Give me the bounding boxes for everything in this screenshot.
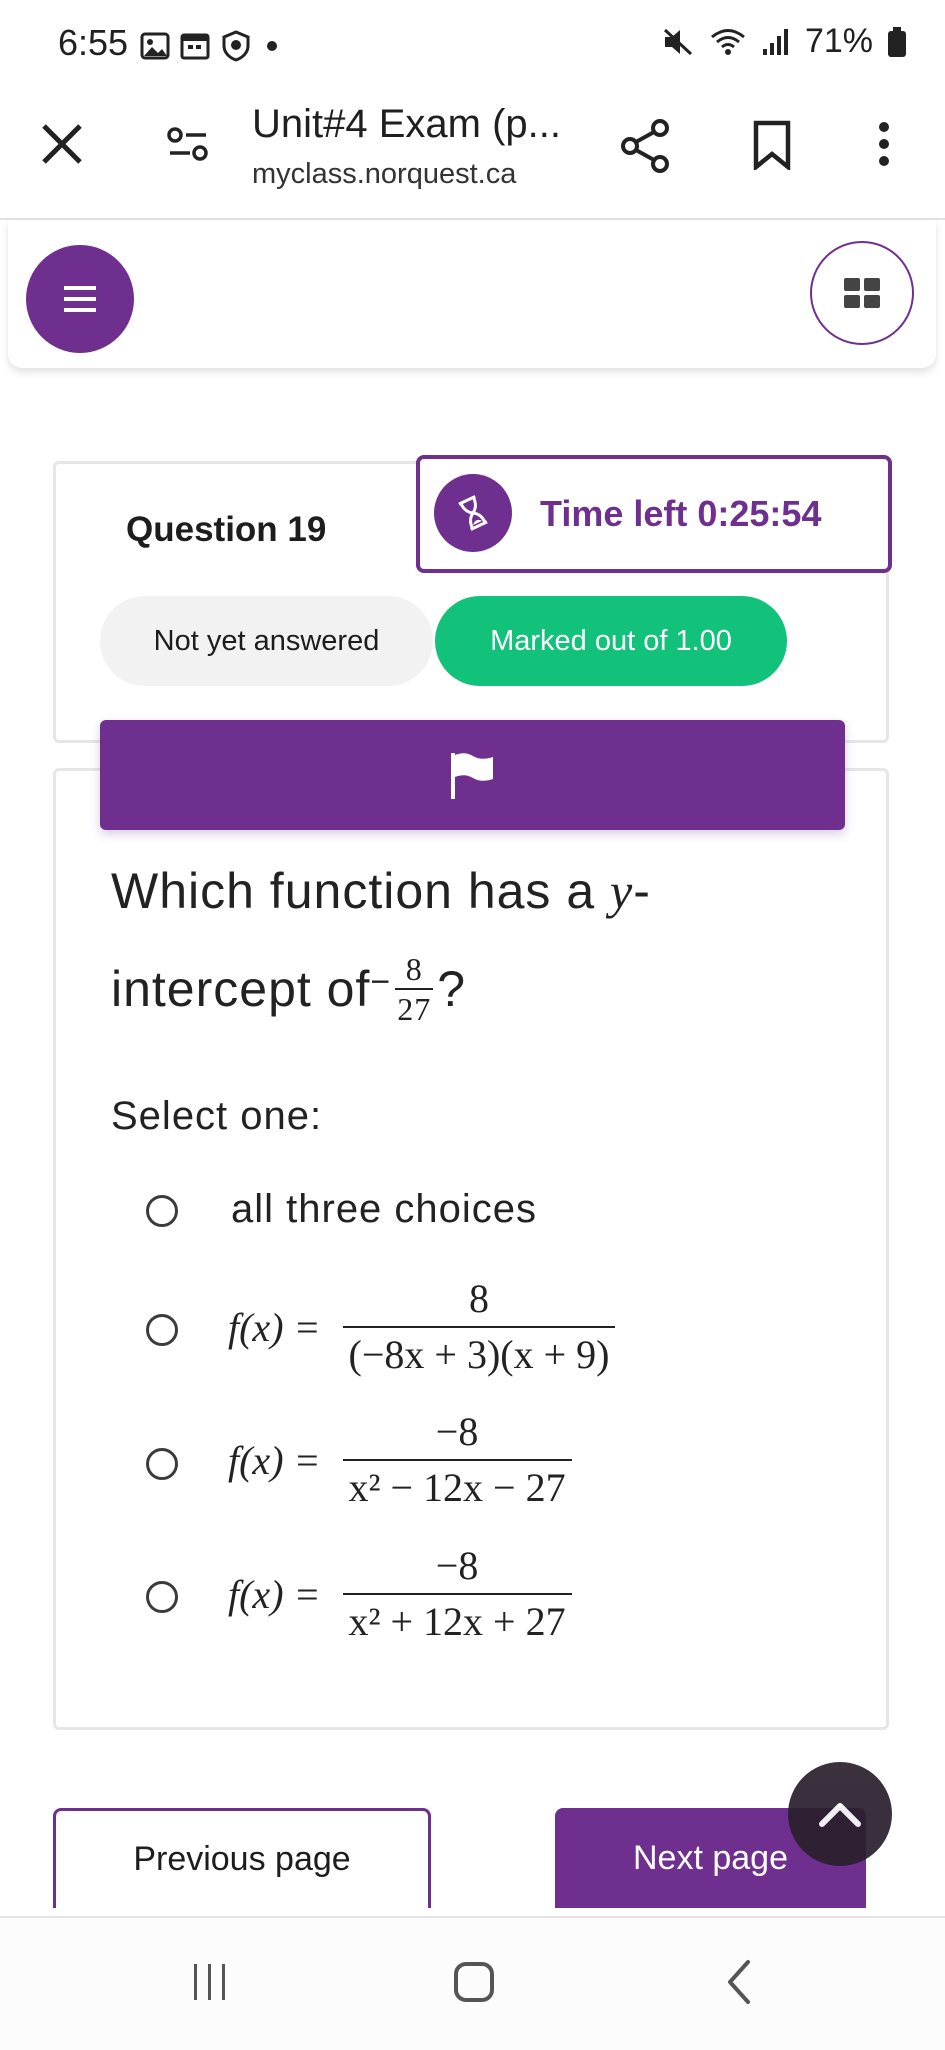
hamburger-icon [64, 286, 96, 312]
question-variable: y [610, 863, 634, 919]
option-4-radio[interactable] [146, 1581, 178, 1613]
option-2-numerator: 8 [468, 1276, 489, 1321]
marks-badge: Marked out of 1.00 [435, 596, 787, 686]
question-number: Question 19 [126, 510, 327, 549]
select-one-label: Select one: [111, 1094, 323, 1138]
site-settings-icon [167, 127, 208, 161]
dot-icon [267, 41, 277, 51]
time-left: Time left 0:25:54 [540, 493, 822, 534]
option-3-lhs: f(x) = [228, 1437, 321, 1483]
option-1-label[interactable]: all three choices [231, 1187, 537, 1232]
mute-icon [663, 28, 692, 55]
option-2-lhs: f(x) = [228, 1304, 321, 1350]
question-minus: − [370, 962, 392, 1001]
grid-icon [844, 278, 880, 308]
recent-apps-button[interactable] [190, 1960, 230, 2009]
home-icon [454, 1962, 494, 2002]
site-settings-button[interactable] [166, 124, 210, 169]
timer-icon-circle [434, 474, 512, 552]
hourglass-icon [458, 495, 488, 531]
shield-icon [222, 30, 250, 62]
status-left-icons [140, 30, 282, 62]
back-to-top-button[interactable] [788, 1762, 892, 1866]
answer-status-badge: Not yet answered [100, 596, 433, 686]
option-1-radio[interactable] [146, 1195, 178, 1227]
question-text-part2: intercept of [111, 961, 371, 1017]
back-button[interactable] [724, 1958, 754, 2011]
page-domain: myclass.norquest.ca [252, 158, 517, 190]
wifi-icon [710, 28, 745, 55]
option-4-fraction: −8 x² + 12x + 27 [342, 1543, 572, 1645]
previous-page-button[interactable]: Previous page [53, 1808, 431, 1908]
calendar-icon [180, 33, 210, 60]
question-text-line2: intercept of −8 27? [111, 953, 466, 1025]
option-3-radio[interactable] [146, 1448, 178, 1480]
intercept-fraction: 8 27 [395, 951, 434, 1027]
option-4-label[interactable]: f(x) = −8 x² + 12x + 27 [228, 1543, 572, 1645]
question-text-line1: Which function has a y- [111, 862, 651, 920]
option-3-denominator: x² − 12x − 27 [348, 1465, 566, 1510]
option-3-numerator: −8 [435, 1409, 479, 1454]
question-text-part1: Which function has a [111, 863, 611, 919]
question-mark: ? [437, 961, 467, 1017]
home-button[interactable] [452, 1960, 496, 2009]
battery-icon [888, 26, 906, 57]
bookmark-button[interactable] [752, 120, 792, 175]
quiz-navigation-button[interactable] [810, 241, 914, 345]
bookmark-icon [753, 120, 791, 172]
image-icon [140, 32, 170, 60]
close-icon [42, 124, 82, 164]
option-2-fraction: 8 (−8x + 3)(x + 9) [342, 1276, 616, 1378]
option-2-denominator: (−8x + 3)(x + 9) [348, 1332, 610, 1377]
battery-percent: 71% [804, 22, 873, 60]
fraction-numerator: 8 [405, 951, 423, 987]
share-button[interactable] [620, 118, 672, 179]
question-dash: - [633, 863, 651, 919]
back-icon [728, 1960, 750, 2004]
flag-question-button[interactable] [100, 720, 845, 830]
drawer-menu-button[interactable] [26, 245, 134, 353]
status-right: 71% [661, 22, 907, 61]
close-tab-button[interactable] [38, 120, 86, 173]
option-4-lhs: f(x) = [228, 1571, 321, 1617]
more-menu-button[interactable] [874, 120, 894, 173]
status-time: 6:55 [58, 22, 129, 63]
site-header [8, 220, 936, 368]
signal-icon [762, 28, 788, 55]
chevron-up-icon [819, 1803, 861, 1827]
share-icon [621, 119, 669, 173]
option-2-label[interactable]: f(x) = 8 (−8x + 3)(x + 9) [228, 1276, 616, 1378]
flag-icon [450, 753, 493, 799]
option-3-label[interactable]: f(x) = −8 x² − 12x − 27 [228, 1409, 572, 1511]
option-4-denominator: x² + 12x + 27 [348, 1599, 566, 1644]
option-2-radio[interactable] [146, 1314, 178, 1346]
fraction-denominator: 27 [397, 991, 432, 1027]
option-4-numerator: −8 [435, 1543, 479, 1588]
page-title: Unit#4 Exam (p... [252, 102, 562, 146]
recent-apps-icon [194, 1964, 225, 2000]
option-3-fraction: −8 x² − 12x − 27 [342, 1409, 572, 1511]
more-icon [879, 122, 889, 166]
